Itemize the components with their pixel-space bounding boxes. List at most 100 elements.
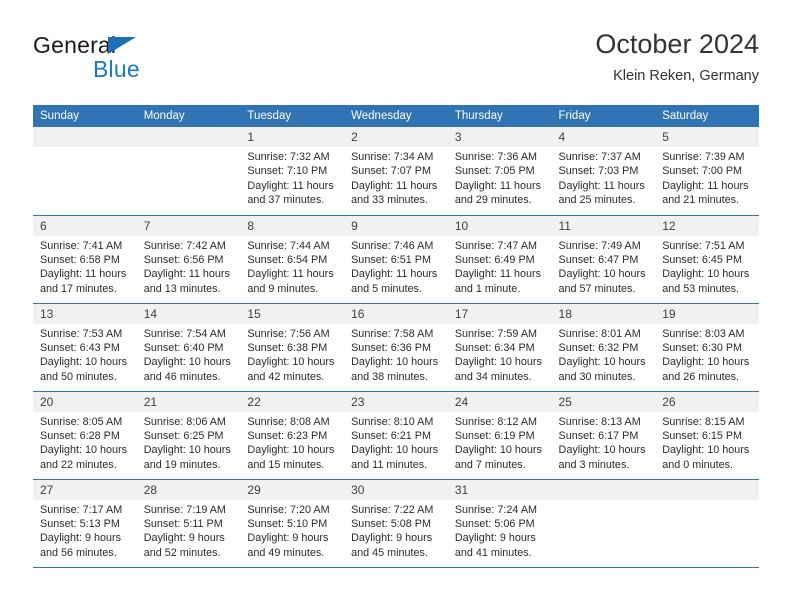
day-number: 7 xyxy=(136,215,241,236)
day-details: Sunrise: 7:46 AM Sunset: 6:51 PM Daylight:… xyxy=(344,236,448,297)
sunrise-text: Sunrise: 7:37 AM xyxy=(558,151,641,163)
calendar-day-cell[interactable]: 27 Sunrise: 7:17 AM Sunset: 5:13 PM Dayligh… xyxy=(33,478,137,568)
sunset-text: Sunset: 6:45 PM xyxy=(662,253,743,266)
calendar-day-cell[interactable]: 2 Sunrise: 7:34 AM Sunset: 7:07 PM Daylight… xyxy=(344,127,448,215)
day-details: Sunrise: 7:24 AM Sunset: 5:06 PM Daylight:… xyxy=(448,500,552,561)
calendar-day-cell[interactable]: 7 Sunrise: 7:42 AM Sunset: 6:56 PM Daylight… xyxy=(136,214,241,303)
sunrise-text: Sunrise: 7:46 AM xyxy=(351,239,434,252)
calendar-grid: Sunday Monday Tuesday Wednesday Thursday Frid… xyxy=(33,105,759,568)
calendar-day-cell[interactable]: 13 Sunrise: 7:53 AM Sunset: 6:43 PM Dayligh… xyxy=(33,302,137,391)
sunset-text: Sunset: 6:51 PM xyxy=(351,253,431,266)
daylight-text: Daylight: 10 hours and 26 minutes. xyxy=(662,356,750,383)
daylight-text: Daylight: 11 hours and 13 minutes. xyxy=(143,268,230,295)
calendar-day-cell[interactable]: 18 Sunrise: 8:01 AM Sunset: 6:32 PM Dayligh… xyxy=(551,302,656,391)
weekday-header-sunday: Sunday xyxy=(33,105,137,127)
calendar-day-cell[interactable]: 30 Sunrise: 7:22 AM Sunset: 5:08 PM Dayligh… xyxy=(344,478,448,568)
day-details: Sunrise: 8:01 AM Sunset: 6:32 PM Daylight:… xyxy=(552,324,656,385)
sunrise-text: Sunrise: 7:59 AM xyxy=(454,327,538,340)
day-number: 21 xyxy=(136,391,241,412)
calendar-day-cell[interactable]: 9 Sunrise: 7:46 AM Sunset: 6:51 PM Daylight… xyxy=(344,214,448,303)
calendar-day-cell[interactable]: 21 Sunrise: 8:06 AM Sunset: 6:25 PM Dayligh… xyxy=(136,390,241,479)
calendar-day-cell[interactable]: 8 Sunrise: 7:44 AM Sunset: 6:54 PM Daylight… xyxy=(240,214,345,303)
day-details: Sunrise: 7:56 AM Sunset: 6:38 PM Daylight:… xyxy=(240,324,344,385)
calendar-day-cell[interactable]: 31 Sunrise: 7:24 AM Sunset: 5:06 PM Dayligh… xyxy=(447,478,552,568)
daylight-text: Daylight: 10 hours and 22 minutes. xyxy=(40,444,128,471)
calendar-day-cell[interactable]: 14 Sunrise: 7:54 AM Sunset: 6:40 PM Dayligh… xyxy=(136,302,241,391)
calendar-day-cell[interactable]: 24 Sunrise: 8:12 AM Sunset: 6:19 PM Dayligh… xyxy=(447,390,552,479)
day-details: Sunrise: 8:08 AM Sunset: 6:23 PM Daylight:… xyxy=(240,412,344,473)
sunset-text: Sunset: 6:38 PM xyxy=(247,341,328,354)
sunrise-text: Sunrise: 7:54 AM xyxy=(143,327,226,340)
calendar-day-cell[interactable]: 16 Sunrise: 7:58 AM Sunset: 6:36 PM Dayligh… xyxy=(344,302,448,391)
calendar-day-cell[interactable]: 19 Sunrise: 8:03 AM Sunset: 6:30 PM Dayligh… xyxy=(655,302,759,391)
calendar-cell-empty xyxy=(136,127,241,215)
day-number: 31 xyxy=(447,479,552,500)
calendar-day-cell[interactable]: 28 Sunrise: 7:19 AM Sunset: 5:11 PM Dayligh… xyxy=(136,478,241,568)
calendar-day-cell[interactable]: 4 Sunrise: 7:37 AM Sunset: 7:03 PM Daylight… xyxy=(551,127,656,215)
day-number: 22 xyxy=(240,391,345,412)
sunrise-text: Sunrise: 8:05 AM xyxy=(40,415,123,428)
sunrise-text: Sunrise: 8:03 AM xyxy=(662,327,745,340)
sunrise-text: Sunrise: 8:15 AM xyxy=(662,415,745,428)
calendar-day-cell[interactable]: 22 Sunrise: 8:08 AM Sunset: 6:23 PM Dayligh… xyxy=(240,390,345,479)
sunrise-text: Sunrise: 8:13 AM xyxy=(558,415,641,428)
daylight-text: Daylight: 9 hours and 45 minutes. xyxy=(351,532,433,559)
day-number: 14 xyxy=(136,303,241,324)
sunset-text: Sunset: 6:34 PM xyxy=(454,341,535,354)
calendar-header-row: Sunday Monday Tuesday Wednesday Thursday Frid… xyxy=(33,105,759,127)
calendar-day-cell[interactable]: 10 Sunrise: 7:47 AM Sunset: 6:49 PM Dayligh… xyxy=(447,214,552,303)
title-block: October 2024 Klein Reken, Germany xyxy=(595,28,759,86)
sunset-text: Sunset: 6:36 PM xyxy=(351,341,431,354)
sunrise-text: Sunrise: 7:47 AM xyxy=(454,239,538,252)
calendar-cell-empty xyxy=(551,478,656,568)
calendar-body: 1 Sunrise: 7:32 AM Sunset: 7:10 PM Daylight… xyxy=(33,127,759,568)
calendar-day-cell[interactable]: 17 Sunrise: 7:59 AM Sunset: 6:34 PM Dayligh… xyxy=(447,302,552,391)
calendar-day-cell[interactable]: 23 Sunrise: 8:10 AM Sunset: 6:21 PM Dayligh… xyxy=(344,390,448,479)
calendar-day-cell[interactable]: 1 Sunrise: 7:32 AM Sunset: 7:10 PM Daylight… xyxy=(240,127,345,215)
day-number: 18 xyxy=(551,303,656,324)
calendar-day-cell[interactable]: 15 Sunrise: 7:56 AM Sunset: 6:38 PM Dayligh… xyxy=(240,302,345,391)
logo-triangle-icon xyxy=(108,37,136,54)
daylight-text: Daylight: 11 hours and 37 minutes. xyxy=(247,179,334,207)
sunrise-text: Sunrise: 8:08 AM xyxy=(247,415,330,428)
general-blue-logo[interactable]: General Blue xyxy=(33,28,243,88)
sunset-text: Sunset: 6:30 PM xyxy=(662,341,743,354)
sunset-text: Sunset: 6:32 PM xyxy=(558,341,639,354)
sunrise-text: Sunrise: 7:42 AM xyxy=(143,239,226,252)
day-details: Sunrise: 8:12 AM Sunset: 6:19 PM Daylight:… xyxy=(448,412,552,473)
day-details: Sunrise: 8:10 AM Sunset: 6:21 PM Daylight:… xyxy=(344,412,448,473)
day-details: Sunrise: 7:39 AM Sunset: 7:00 PM Daylight:… xyxy=(655,147,759,208)
day-number: 5 xyxy=(655,127,759,147)
page-title: October 2024 xyxy=(595,29,759,59)
day-number: 23 xyxy=(344,391,448,412)
day-number: 9 xyxy=(344,215,448,236)
sunrise-text: Sunrise: 7:51 AM xyxy=(662,239,745,252)
calendar-day-cell[interactable]: 6 Sunrise: 7:41 AM Sunset: 6:58 PM Daylight… xyxy=(33,214,137,303)
calendar-day-cell[interactable]: 3 Sunrise: 7:36 AM Sunset: 7:05 PM Daylight… xyxy=(447,127,552,215)
sunrise-text: Sunrise: 7:39 AM xyxy=(662,151,745,163)
day-number: 16 xyxy=(344,303,448,324)
sunset-text: Sunset: 6:43 PM xyxy=(40,341,120,354)
day-number: 28 xyxy=(136,479,241,500)
day-details: Sunrise: 7:53 AM Sunset: 6:43 PM Daylight:… xyxy=(33,324,137,385)
calendar-day-cell[interactable]: 12 Sunrise: 7:51 AM Sunset: 6:45 PM Dayligh… xyxy=(655,214,759,303)
calendar-day-cell[interactable]: 26 Sunrise: 8:15 AM Sunset: 6:15 PM Dayligh… xyxy=(655,390,759,479)
day-number: 27 xyxy=(33,479,137,500)
sunset-text: Sunset: 6:49 PM xyxy=(454,253,535,266)
day-details: Sunrise: 7:59 AM Sunset: 6:34 PM Daylight:… xyxy=(448,324,552,385)
day-number: 6 xyxy=(33,215,137,236)
calendar-day-cell[interactable]: 5 Sunrise: 7:39 AM Sunset: 7:00 PM Daylight… xyxy=(655,127,759,215)
sunrise-text: Sunrise: 8:06 AM xyxy=(143,415,226,428)
calendar-day-cell[interactable]: 11 Sunrise: 7:49 AM Sunset: 6:47 PM Dayligh… xyxy=(551,214,656,303)
calendar-week-row: 20 Sunrise: 8:05 AM Sunset: 6:28 PM Dayligh… xyxy=(33,390,759,479)
daylight-text: Daylight: 10 hours and 15 minutes. xyxy=(247,444,335,471)
logo-text-blue: Blue xyxy=(93,56,140,82)
day-number: 8 xyxy=(240,215,345,236)
calendar-day-cell[interactable]: 20 Sunrise: 8:05 AM Sunset: 6:28 PM Dayligh… xyxy=(33,390,137,479)
day-number: 11 xyxy=(551,215,656,236)
day-number: 20 xyxy=(33,391,137,412)
calendar-day-cell[interactable]: 25 Sunrise: 8:13 AM Sunset: 6:17 PM Dayligh… xyxy=(551,390,656,479)
sunset-text: Sunset: 7:03 PM xyxy=(558,165,639,178)
calendar-day-cell[interactable]: 29 Sunrise: 7:20 AM Sunset: 5:10 PM Dayligh… xyxy=(240,478,345,568)
daylight-text: Daylight: 10 hours and 57 minutes. xyxy=(558,268,646,295)
